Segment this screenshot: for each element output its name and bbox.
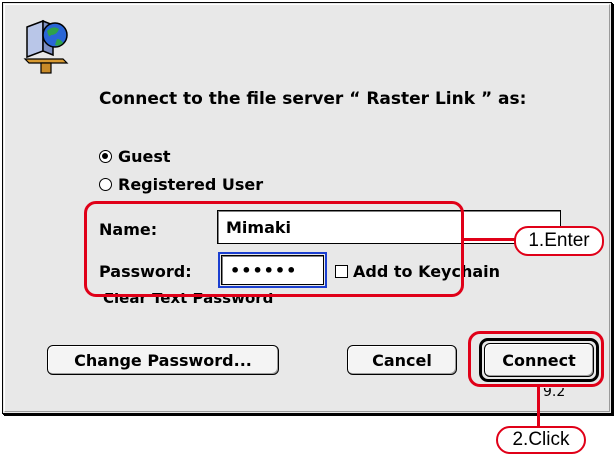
version-label: 9.2 xyxy=(543,388,566,400)
click-connector-line xyxy=(537,387,540,427)
enter-highlight-box xyxy=(84,201,464,297)
file-server-icon xyxy=(23,19,69,74)
connect-prompt: Connect to the file server “ Raster Link… xyxy=(99,89,527,109)
radio-button[interactable] xyxy=(99,178,112,191)
click-highlight-box xyxy=(468,331,604,387)
radio-registered-label: Registered User xyxy=(118,175,264,194)
enter-callout: 1.Enter xyxy=(514,226,604,256)
cancel-button[interactable]: Cancel xyxy=(347,345,457,375)
radio-registered-user[interactable]: Registered User xyxy=(99,175,263,194)
radio-guest[interactable]: Guest xyxy=(99,147,171,166)
enter-connector-line xyxy=(464,238,516,241)
radio-button-selected[interactable] xyxy=(99,150,112,163)
click-callout: 2.Click xyxy=(496,426,586,454)
change-password-button[interactable]: Change Password... xyxy=(47,345,279,375)
radio-guest-label: Guest xyxy=(118,147,171,166)
